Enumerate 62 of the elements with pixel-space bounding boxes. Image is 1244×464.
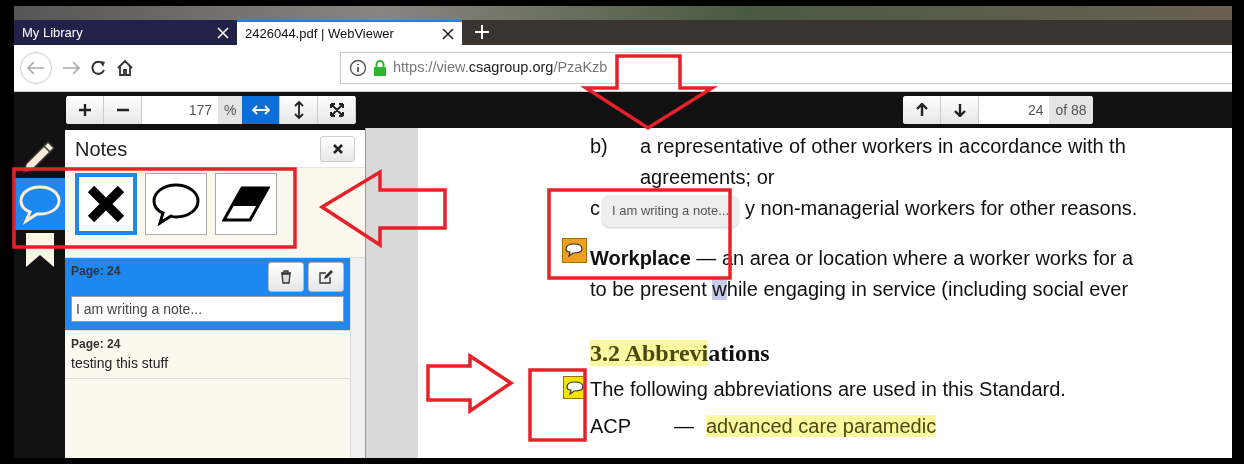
back-arrow-icon xyxy=(27,61,45,75)
document-text: y non-managerial workers for other reasons. xyxy=(745,196,1138,221)
previous-page-button[interactable] xyxy=(903,96,942,124)
comment-marker-icon[interactable] xyxy=(562,238,587,263)
zoom-field[interactable]: 177 xyxy=(142,96,218,124)
next-page-button[interactable] xyxy=(941,96,980,124)
edit-icon xyxy=(319,270,333,284)
comment-marker-icon[interactable] xyxy=(563,376,586,399)
home-icon[interactable] xyxy=(116,59,134,77)
fit-height-button[interactable] xyxy=(280,96,319,124)
trash-icon xyxy=(280,270,292,284)
document-text: The following abbreviations are used in this Standard. xyxy=(590,377,1066,402)
lock-icon xyxy=(373,59,387,77)
list-label: c xyxy=(590,196,601,221)
next-page-icon xyxy=(953,103,966,117)
note-page: Page: 24 xyxy=(71,336,121,353)
note-item[interactable]: Page: 24 I am writing a note... xyxy=(65,258,350,331)
browser-tab[interactable]: My Library xyxy=(14,20,237,45)
document-text: a representative of other workers in accordance with th xyxy=(640,134,1126,159)
eraser-icon xyxy=(222,186,270,222)
close-button[interactable] xyxy=(320,135,355,162)
page-total: of 88 xyxy=(1049,96,1093,124)
fullscreen-button[interactable] xyxy=(318,96,357,124)
comment-tab[interactable] xyxy=(14,178,65,230)
fullscreen-icon xyxy=(329,103,344,117)
document-text: advanced care paramedic xyxy=(706,414,937,439)
note-tooltip: I am writing a note... xyxy=(602,195,740,227)
zoom-out-button[interactable] xyxy=(104,96,142,124)
cross-tool-button[interactable] xyxy=(75,173,137,235)
document-text: 3.2 Abbreviations xyxy=(590,339,770,368)
document-text: agreements; or xyxy=(640,165,776,190)
zoom-unit: % xyxy=(218,96,243,124)
close-icon xyxy=(332,143,343,154)
edit-button[interactable] xyxy=(308,262,344,292)
list-label: ACP xyxy=(590,414,633,439)
document-text: to be present while engaging in service (including social ever xyxy=(590,277,1130,302)
reload-icon[interactable] xyxy=(90,60,106,76)
note-field[interactable]: I am writing a note... xyxy=(71,296,344,322)
note-text: testing this stuff xyxy=(71,354,170,373)
cross-icon xyxy=(86,184,126,224)
zoom-in-button[interactable] xyxy=(66,96,104,124)
comment-icon xyxy=(151,182,201,226)
fit-height-icon xyxy=(293,101,304,119)
url-text: https://view.csagroup.org/PzaKzb xyxy=(393,58,608,78)
comment-tool-button[interactable] xyxy=(145,173,207,235)
scrollbar[interactable] xyxy=(350,258,365,458)
fit-width-icon xyxy=(251,105,270,115)
delete-button[interactable] xyxy=(268,262,304,292)
browser-tab[interactable]: 2426044.pdf | WebViewer xyxy=(237,20,462,45)
info-icon[interactable] xyxy=(349,59,367,77)
address-bar[interactable]: https://view.csagroup.org/PzaKzb xyxy=(340,52,1232,84)
list-label: b) xyxy=(590,134,609,159)
eraser-tool-button[interactable] xyxy=(215,173,277,235)
page-field[interactable]: 24 xyxy=(979,96,1050,124)
dash-text: — xyxy=(674,414,695,439)
note-page: Page: 24 xyxy=(71,263,121,280)
zoom-in-icon xyxy=(78,104,91,116)
panel-title: Notes xyxy=(75,136,128,162)
close-icon[interactable] xyxy=(442,27,454,40)
plus-icon[interactable] xyxy=(474,24,490,40)
fit-width-button[interactable] xyxy=(242,96,281,124)
previous-page-icon xyxy=(915,103,928,117)
